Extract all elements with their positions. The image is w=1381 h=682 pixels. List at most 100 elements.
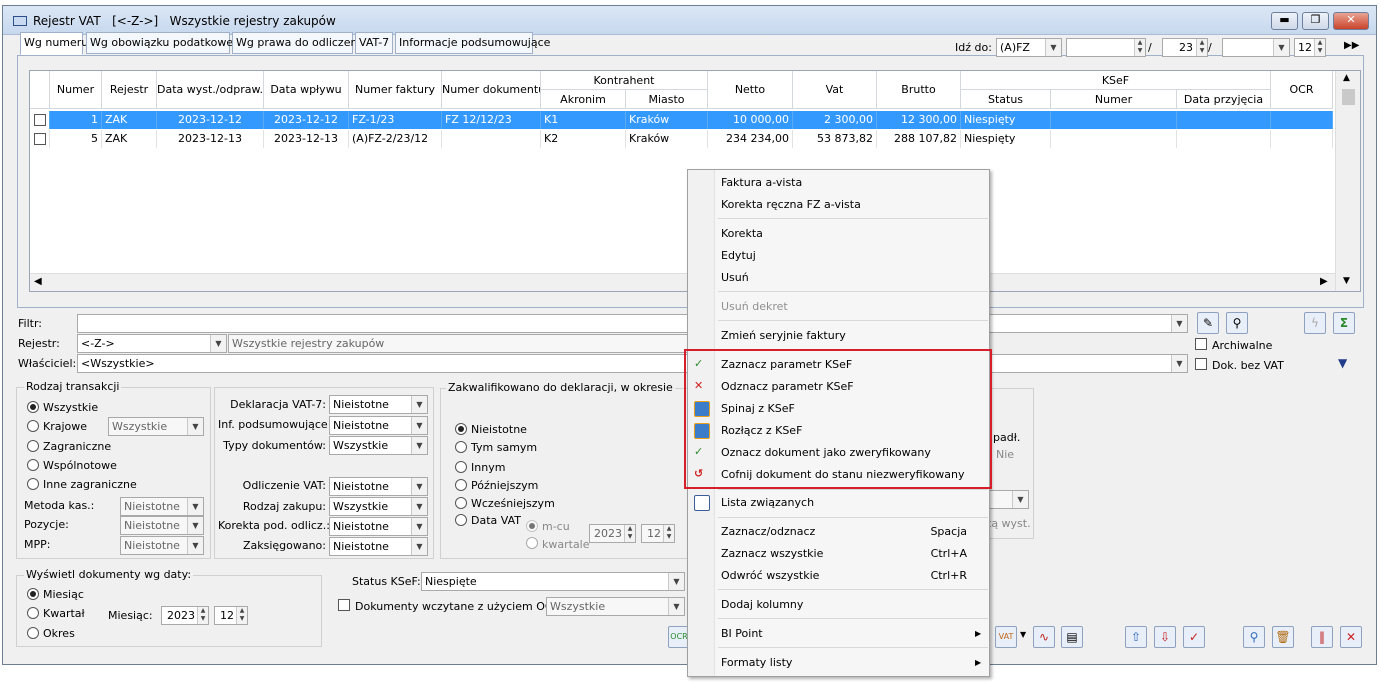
vat-dropdown-icon[interactable]: ▼	[1020, 630, 1026, 639]
year-input[interactable]: 2023 ▲ ▼	[161, 606, 209, 625]
maximize-button[interactable]: ❐	[1302, 12, 1329, 30]
row-checkbox[interactable]	[34, 133, 46, 145]
export-icon[interactable]: ⇧	[1125, 626, 1147, 648]
table-row[interactable]: 1 ZAK 2023-12-12 2023-12-12 FZ-1/23 FZ 1…	[30, 111, 1333, 129]
tab-wg-prawa[interactable]: Wg prawa do odliczenia	[232, 32, 367, 54]
preview-icon[interactable]: ⚲	[1243, 626, 1265, 648]
vat-icon[interactable]: VAT	[995, 626, 1017, 648]
filtr-input[interactable]: ▼	[77, 314, 1188, 333]
menu-item-lista-zwiazanych[interactable]: Lista związanych	[721, 492, 814, 514]
horizontal-scrollbar[interactable]: ◀ ▶	[30, 273, 1335, 291]
minimize-button[interactable]: ▬	[1271, 12, 1298, 30]
status-ksef-select[interactable]: Niespięte ▼	[421, 572, 685, 591]
radio-pozniejszym[interactable]	[455, 479, 467, 491]
col-status-header[interactable]: Status	[961, 90, 1051, 109]
goto-year-select[interactable]: ▼	[1222, 38, 1290, 57]
close-list-icon[interactable]: ✕	[1340, 626, 1362, 648]
zaksiegowano-select[interactable]: Nieistotne ▼	[329, 537, 428, 556]
col-data-wyst-header[interactable]: Data wyst./odpraw.(+	[157, 71, 264, 109]
col-rejestr-header[interactable]: Rejestr	[102, 71, 157, 109]
menu-item-bi-point[interactable]: BI Point	[721, 623, 763, 645]
menu-item-usun[interactable]: Usuń	[721, 267, 749, 289]
col-data-przyjecia-header[interactable]: Data przyjęcia	[1177, 90, 1271, 109]
row-checkbox[interactable]	[34, 114, 46, 126]
col-numer-dokumentu-header[interactable]: Numer dokumentu	[442, 71, 541, 109]
col-ksef-numer-header[interactable]: Numer	[1051, 90, 1177, 109]
radio-wczesniejszym[interactable]	[455, 497, 467, 509]
col-vat-header[interactable]: Vat	[793, 71, 877, 109]
import-icon[interactable]: ⇩	[1154, 626, 1176, 648]
columns-icon[interactable]: ‖	[1311, 626, 1333, 648]
col-ocr-header[interactable]: OCR	[1271, 71, 1333, 109]
scroll-up-icon[interactable]: ▲	[1343, 73, 1350, 83]
menu-item-formaty-listy[interactable]: Formaty listy	[721, 652, 792, 674]
col-numer-faktury-header[interactable]: Numer faktury	[349, 71, 442, 109]
radio-krajowe[interactable]	[27, 420, 39, 432]
menu-item-faktura-a-vista[interactable]: Faktura a-vista	[721, 172, 802, 194]
radio-wszystkie[interactable]	[27, 401, 39, 413]
inf-podsumowujace-select[interactable]: Nieistotne ▼	[329, 416, 428, 435]
wlasciciel-select[interactable]: <Wszystkie> ▼	[77, 354, 1188, 373]
cell-vat: 53 873,82	[793, 130, 877, 148]
tab-informacje[interactable]: Informacje podsumowujące	[395, 32, 550, 54]
radio-miesiac[interactable]	[27, 588, 39, 600]
radio-kwartal[interactable]	[27, 607, 39, 619]
col-numer-header[interactable]: Numer	[50, 71, 102, 109]
radio-nieistotne[interactable]	[455, 423, 467, 435]
typy-dokumentow-select[interactable]: Wszystkie ▼	[329, 436, 428, 455]
ocr-checkbox[interactable]	[338, 599, 350, 611]
menu-item-dodaj-kolumny[interactable]: Dodaj kolumny	[721, 594, 803, 616]
menu-item-korekta[interactable]: Korekta	[721, 223, 763, 245]
scroll-left-icon[interactable]: ◀	[34, 276, 42, 287]
goto-series-select[interactable]: (A)FZ ▼	[996, 38, 1062, 57]
month-input[interactable]: 12 ▲ ▼	[214, 606, 248, 625]
col-data-wplywu-header[interactable]: Data wpływu	[264, 71, 349, 109]
menu-item-zmien-seryjnie[interactable]: Zmień seryjnie faktury	[721, 325, 846, 347]
radio-tym-samym[interactable]	[455, 441, 467, 453]
menu-item-odwroc-wszystkie[interactable]: Odwróć wszystkie	[721, 565, 819, 587]
tab-vat7[interactable]: VAT-7	[355, 32, 393, 54]
scroll-thumb[interactable]	[1342, 89, 1355, 105]
menu-item-zaznacz-wszystkie[interactable]: Zaznacz wszystkie	[721, 543, 823, 565]
col-miasto-header[interactable]: Miasto	[626, 90, 708, 109]
goto-month2-input[interactable]: 12 ▲ ▼	[1294, 38, 1326, 57]
menu-item-korekta-reczna[interactable]: Korekta ręczna FZ a-vista	[721, 194, 861, 216]
bez-vat-checkbox[interactable]	[1195, 358, 1207, 370]
radio-zagraniczne[interactable]	[27, 440, 39, 452]
scroll-down-icon[interactable]: ▼	[1343, 276, 1350, 286]
archiwalne-checkbox[interactable]	[1195, 338, 1207, 350]
sum-icon[interactable]: Σ	[1333, 312, 1355, 334]
goto-next-icon[interactable]: ▶▶	[1344, 40, 1359, 51]
document-list-icon[interactable]: ▤	[1061, 626, 1083, 648]
vertical-scrollbar[interactable]: ▲ ▼	[1335, 71, 1360, 291]
menu-item-edytuj[interactable]: Edytuj	[721, 245, 756, 267]
col-brutto-header[interactable]: Brutto	[877, 71, 961, 109]
tab-wg-numeru[interactable]: Wg numeru	[20, 32, 88, 55]
rodzaj-zakupu-select[interactable]: Wszystkie ▼	[329, 497, 428, 516]
search-filter-icon[interactable]: ⚲	[1226, 312, 1248, 334]
approve-icon[interactable]: ✓	[1183, 626, 1205, 648]
expand-filters-icon[interactable]: ▼	[1338, 356, 1347, 370]
col-akronim-header[interactable]: Akronim	[541, 90, 626, 109]
korekta-pod-odlicz-select[interactable]: Nieistotne ▼	[329, 517, 428, 536]
chart-icon[interactable]: ∿	[1033, 626, 1055, 648]
radio-data-vat[interactable]	[455, 514, 467, 526]
deklaracja-vat7-select[interactable]: Nieistotne ▼	[329, 395, 428, 414]
table-row[interactable]: 5 ZAK 2023-12-13 2023-12-13 (A)FZ-2/23/1…	[30, 130, 1333, 148]
radio-wspolnotowe[interactable]	[27, 459, 39, 471]
trash-icon[interactable]: 🗑	[1272, 626, 1294, 648]
odliczenie-vat-select[interactable]: Nieistotne ▼	[329, 477, 428, 496]
menu-item-zaznacz-odznacz[interactable]: Zaznacz/odznacz	[721, 521, 815, 543]
close-button[interactable]: ✕	[1333, 12, 1369, 30]
goto-month-input[interactable]: 23 ▲ ▼	[1162, 38, 1208, 57]
radio-okres[interactable]	[27, 627, 39, 639]
edit-filter-icon[interactable]: ✎	[1197, 312, 1219, 334]
rejestr-select[interactable]: <-Z-> ▼	[77, 334, 227, 353]
lightning-icon[interactable]: ϟ	[1304, 312, 1326, 334]
col-netto-header[interactable]: Netto	[708, 71, 793, 109]
goto-number-input[interactable]: ▲ ▼	[1066, 38, 1146, 57]
scroll-right-icon[interactable]: ▶	[1320, 276, 1328, 287]
radio-innym[interactable]	[455, 461, 467, 473]
tab-wg-obowiazku[interactable]: Wg obowiązku podatkowego	[86, 32, 247, 54]
radio-inne-zagraniczne[interactable]	[27, 478, 39, 490]
